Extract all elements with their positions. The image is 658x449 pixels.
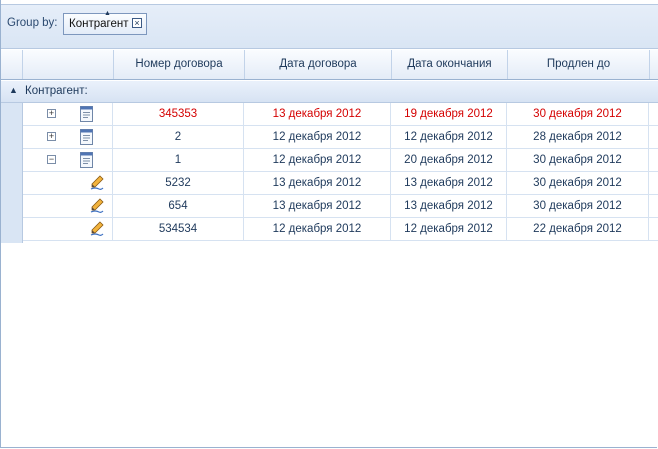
contract-date-cell[interactable]: 13 декабря 2012: [244, 172, 391, 194]
expand-row-icon[interactable]: +: [47, 109, 56, 118]
table-row[interactable]: +345353 13 декабря 2012 19 декабря 2012 30 …: [23, 103, 658, 126]
contract-number-cell[interactable]: 345353: [113, 103, 244, 125]
end-date-cell[interactable]: 20 декабря 2012: [391, 149, 507, 171]
extended-until-cell[interactable]: 30 декабря 2012: [507, 149, 649, 171]
contract-date-cell[interactable]: 13 декабря 2012: [244, 103, 391, 125]
group-indent-bar: [1, 103, 23, 243]
column-header-contract-date[interactable]: Дата договора: [245, 50, 392, 79]
table-row[interactable]: 534534 12 декабря 2012 12 декабря 2012 22 д…: [23, 218, 658, 241]
pencil-icon: [90, 221, 104, 237]
collapse-group-icon[interactable]: ▲: [9, 85, 18, 95]
column-header-end-date[interactable]: Дата окончания: [392, 50, 508, 79]
document-icon: [80, 106, 93, 122]
row-icon-cell: [23, 172, 113, 194]
contract-number-cell[interactable]: 5232: [113, 172, 244, 194]
document-icon: [80, 129, 93, 145]
contract-date-cell[interactable]: 12 декабря 2012: [244, 218, 391, 240]
contract-date-cell[interactable]: 13 декабря 2012: [244, 195, 391, 217]
table-row[interactable]: 5232 13 декабря 2012 13 декабря 2012 30 дек…: [23, 172, 658, 195]
column-header-contract-number[interactable]: Номер договора: [114, 50, 245, 79]
row-icon-cell: [23, 195, 113, 217]
contract-number-cell[interactable]: 654: [113, 195, 244, 217]
end-date-cell[interactable]: 13 декабря 2012: [391, 172, 507, 194]
end-date-cell[interactable]: 12 декабря 2012: [391, 218, 507, 240]
extended-until-cell[interactable]: 28 декабря 2012: [507, 126, 649, 148]
extended-until-cell[interactable]: 22 декабря 2012: [507, 218, 649, 240]
end-date-cell[interactable]: 13 декабря 2012: [391, 195, 507, 217]
row-icon-cell: +: [23, 126, 113, 148]
group-by-panel: Group by: ▲ Контрагент ×: [1, 4, 658, 49]
document-icon: [80, 152, 93, 168]
remove-group-icon[interactable]: ×: [132, 18, 142, 28]
group-row-label: Контрагент:: [25, 85, 88, 97]
group-row-contractor[interactable]: ▲ Контрагент:: [1, 81, 658, 103]
extended-until-cell[interactable]: 30 декабря 2012: [507, 195, 649, 217]
column-header-extended-until[interactable]: Продлен до: [508, 50, 650, 79]
header-icon-column[interactable]: [23, 50, 114, 79]
extended-until-cell[interactable]: 30 декабря 2012: [507, 103, 649, 125]
extended-until-cell[interactable]: 30 декабря 2012: [507, 172, 649, 194]
table-row[interactable]: +2 12 декабря 2012 12 декабря 2012 28 декаб…: [23, 126, 658, 149]
table-row[interactable]: 654 13 декабря 2012 13 декабря 2012 30 дека…: [23, 195, 658, 218]
row-icon-cell: [23, 218, 113, 240]
contract-date-cell[interactable]: 12 декабря 2012: [244, 126, 391, 148]
sort-ascending-icon: ▲: [104, 10, 111, 17]
table-row[interactable]: − 1 12 декабря 2012 20 декабря 2012 30 декаб…: [23, 149, 658, 172]
group-chip-contractor[interactable]: ▲ Контрагент ×: [63, 10, 147, 35]
grid-header: Номер договора Дата договора Дата оконча…: [1, 50, 658, 80]
header-indent-cell: [1, 50, 23, 79]
contract-number-cell[interactable]: 534534: [113, 218, 244, 240]
group-by-label: Group by:: [7, 17, 58, 29]
end-date-cell[interactable]: 12 декабря 2012: [391, 126, 507, 148]
row-icon-cell: +: [23, 103, 113, 125]
pencil-icon: [90, 198, 104, 214]
pencil-icon: [90, 175, 104, 191]
end-date-cell[interactable]: 19 декабря 2012: [391, 103, 507, 125]
row-icon-cell: −: [23, 149, 113, 171]
contract-date-cell[interactable]: 12 декабря 2012: [244, 149, 391, 171]
expand-row-icon[interactable]: +: [47, 132, 56, 141]
collapse-row-icon[interactable]: −: [47, 155, 56, 164]
contract-number-cell[interactable]: 1: [113, 149, 244, 171]
group-chip-label: Контрагент: [69, 18, 129, 30]
contract-number-cell[interactable]: 2: [113, 126, 244, 148]
